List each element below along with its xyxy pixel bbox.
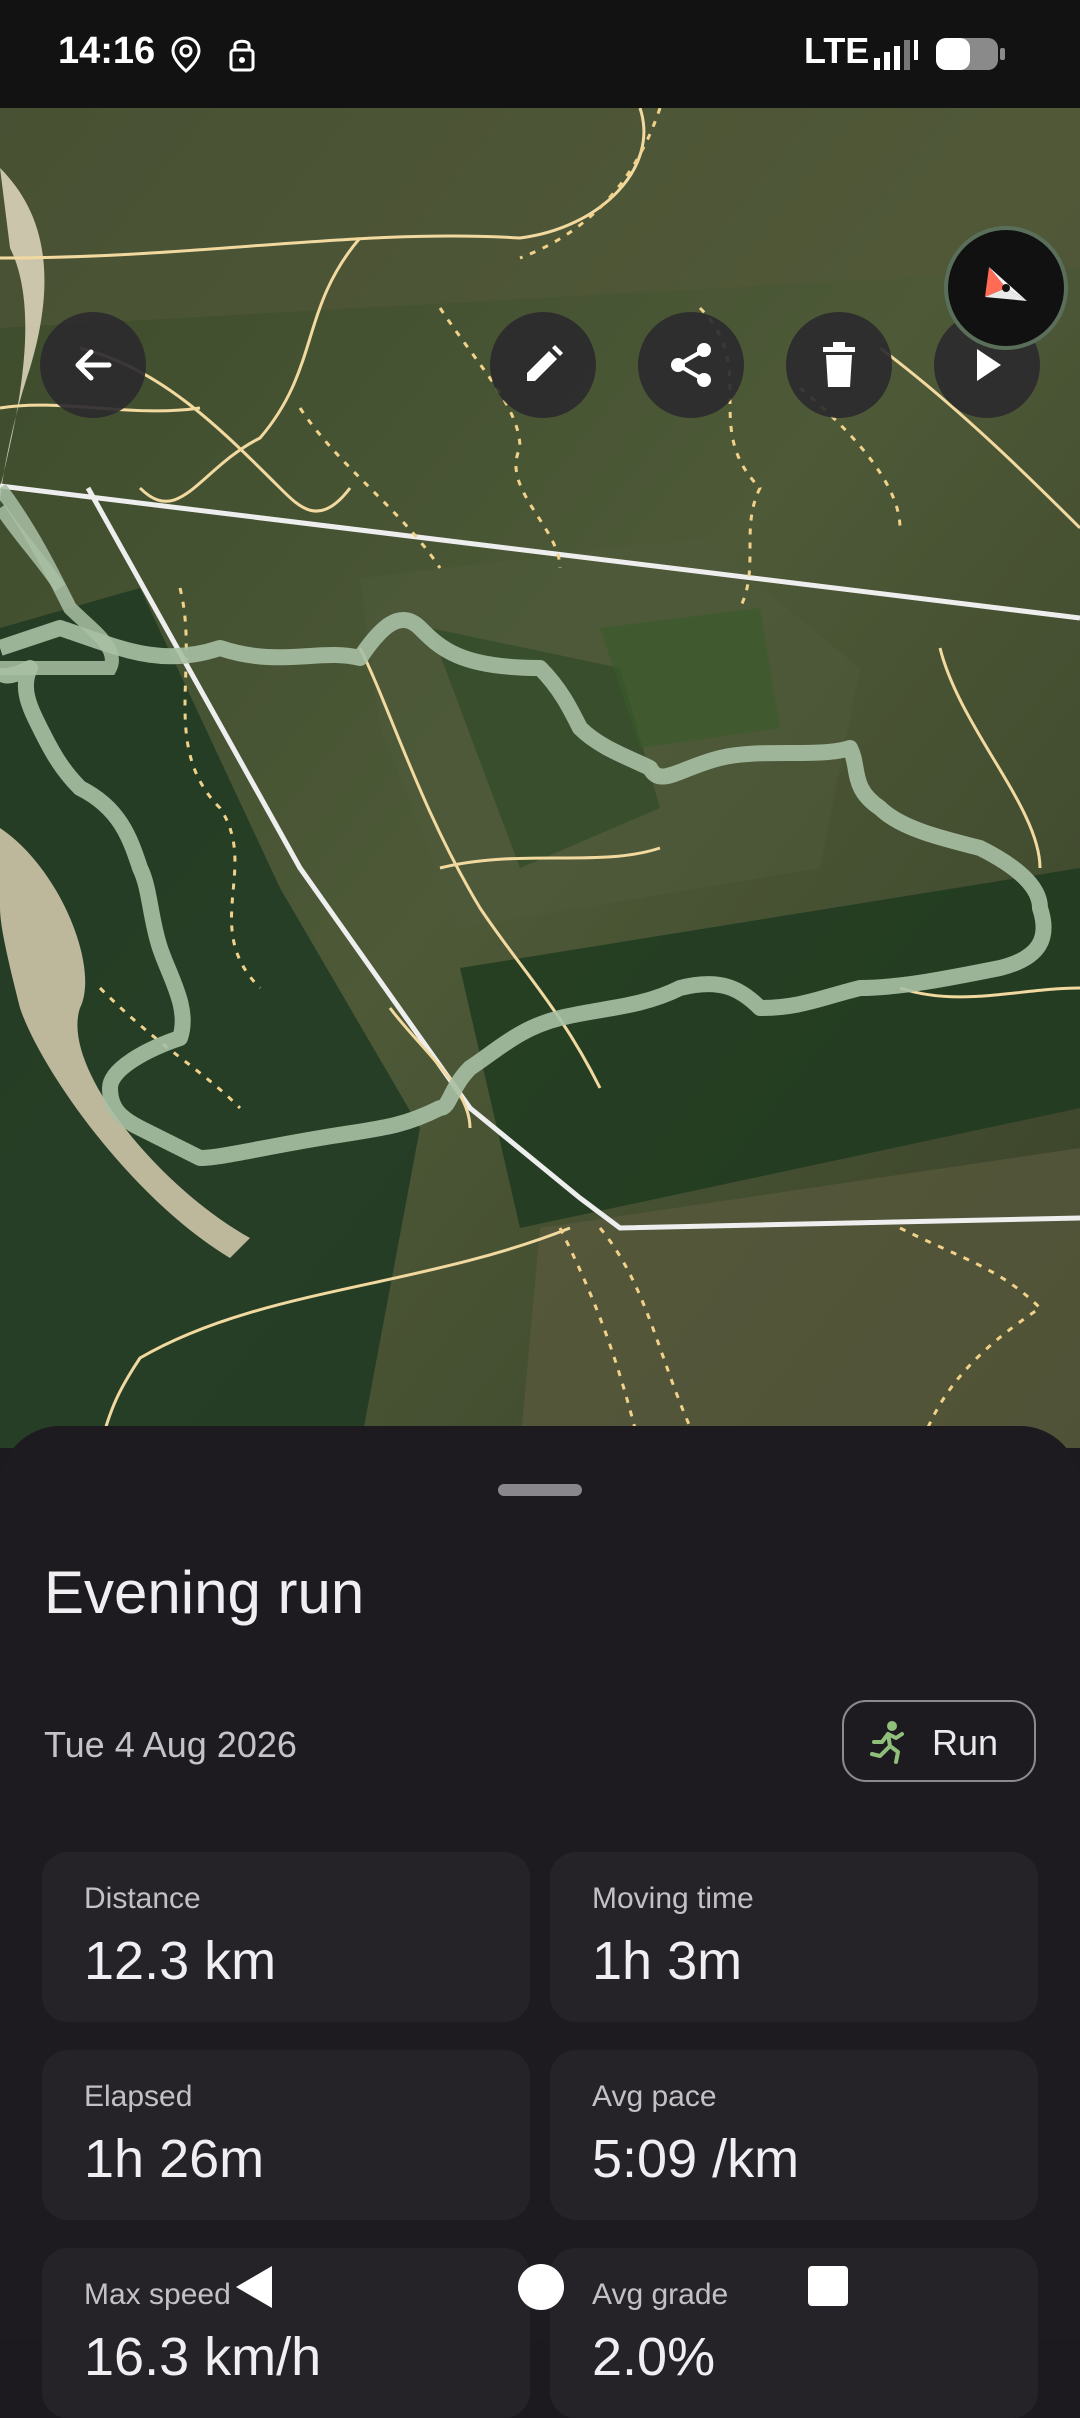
stat-value: 1h 26m [84, 2129, 265, 2189]
back-button[interactable] [40, 312, 146, 418]
trash-icon [823, 342, 855, 387]
activity-date: Tue 4 Aug 2026 [44, 1724, 297, 1765]
stat-card-distance: Distance 12.3 km [42, 1852, 530, 2022]
nav-back-button[interactable] [232, 2262, 276, 2312]
stat-card-avg-pace: Avg pace 5:09 /km [550, 2050, 1038, 2220]
nav-recents-button[interactable] [808, 2266, 848, 2306]
stat-value: 5:09 /km [592, 2129, 800, 2189]
share-button[interactable] [638, 312, 744, 418]
location-icon [171, 36, 201, 73]
sheet-drag-handle[interactable] [498, 1484, 582, 1496]
stat-value: 1h 3m [592, 1931, 743, 1991]
activity-type-chip[interactable]: Run [842, 1700, 1036, 1782]
stat-label: Elapsed [84, 2080, 193, 2113]
run-icon [870, 1721, 904, 1764]
stat-value: 12.3 km [84, 1931, 277, 1991]
activity-type-label: Run [932, 1722, 999, 1763]
share-icon [671, 343, 711, 387]
status-time: 14:16 [58, 30, 156, 72]
compass-button[interactable] [944, 226, 1068, 350]
compass-icon [985, 267, 1027, 301]
activity-title: Evening run [44, 1559, 365, 1626]
edit-button[interactable] [490, 312, 596, 418]
network-type: LTE [804, 30, 870, 71]
stat-label: Moving time [592, 1882, 754, 1915]
vpn-lock-icon [229, 39, 255, 72]
activity-details-sheet[interactable]: Evening run Tue 4 Aug 2026 Run Distance … [0, 1426, 1080, 2418]
stat-label: Avg pace [592, 2080, 717, 2113]
pencil-icon [527, 345, 563, 381]
stat-card-elapsed: Elapsed 1h 26m [42, 2050, 530, 2220]
signal-icon [874, 40, 918, 70]
system-nav-bar [0, 2240, 1080, 2340]
delete-button[interactable] [786, 312, 892, 418]
nav-home-button[interactable] [518, 2264, 564, 2310]
battery-icon [936, 38, 1005, 70]
map-view[interactable] [0, 108, 1080, 1448]
stat-label: Distance [84, 1882, 201, 1915]
arrow-back-icon [75, 349, 112, 381]
stat-card-moving-time: Moving time 1h 3m [550, 1852, 1038, 2022]
status-bar: 14:16 LTE [0, 0, 1080, 108]
